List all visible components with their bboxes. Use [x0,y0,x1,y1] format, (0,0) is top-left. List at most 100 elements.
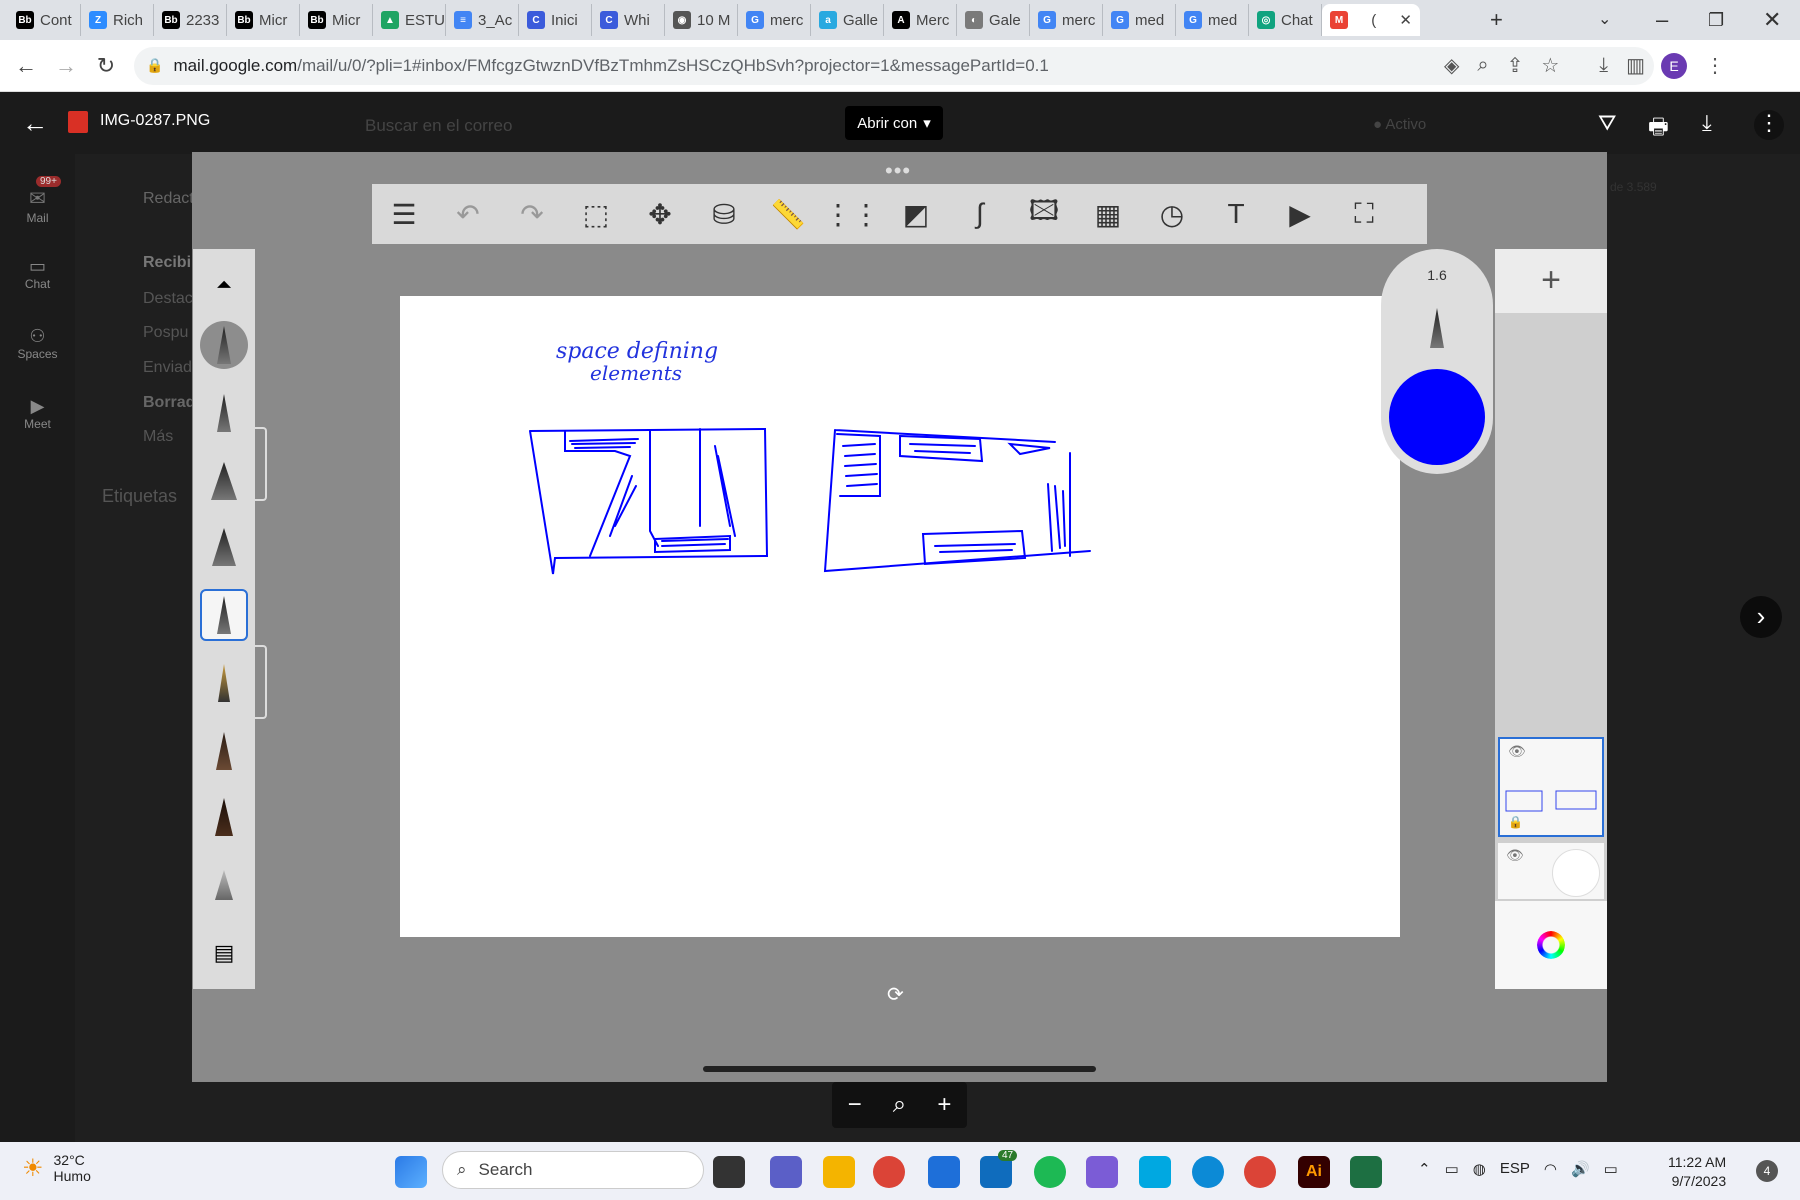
browser-tab-active[interactable]: M (✕ [1322,4,1420,36]
task-view-icon[interactable] [713,1156,745,1188]
brush-preset-10[interactable]: ▤ [200,927,248,979]
prime-video-icon[interactable] [1139,1156,1171,1188]
more-options-icon[interactable]: ⋮ [1754,110,1784,140]
selection-icon[interactable]: ⬚ [564,184,628,244]
browser-tab[interactable]: ◐ Gale [957,4,1030,36]
display-icon[interactable]: ▭ [1445,1160,1459,1178]
side-panel-icon[interactable]: ▥ [1626,53,1645,78]
copilot-icon[interactable] [1086,1156,1118,1188]
file-explorer-icon[interactable] [823,1156,855,1188]
fill-bucket-icon[interactable]: ⛁ [692,184,756,244]
download-icon[interactable]: ⤓ [1599,54,1608,77]
rotate-icon[interactable]: ⟳ [887,982,904,1007]
url-field[interactable]: 🔒 mail.google.com/mail/u/0/?pli=1#inbox/… [134,46,1654,85]
visibility-eye-icon[interactable]: 👁 [1508,743,1526,760]
chrome-profile-icon[interactable] [1244,1156,1276,1188]
close-tab-icon[interactable]: ✕ [1399,11,1412,29]
notification-badge[interactable]: 4 [1756,1160,1778,1182]
add-layer-button[interactable]: + [1495,249,1607,313]
browser-tab[interactable]: Bb Micr [300,4,373,36]
volume-icon[interactable]: 🔊 [1571,1160,1590,1178]
rail-mail[interactable]: ✉ 99+ Mail [0,176,75,225]
symmetry-icon[interactable]: ⋮⋮ [820,184,884,244]
browser-tab[interactable]: Gmerc [738,4,811,36]
tab-search-icon[interactable]: ⌄ [1598,6,1611,34]
browser-tab[interactable]: ◉ 10 M [665,4,738,36]
browser-tab[interactable]: C Inici [519,4,592,36]
video-icon[interactable]: ▶ [1268,184,1332,244]
browser-tab[interactable]: Z Rich [81,4,154,36]
panel-edge-tab[interactable] [255,645,267,719]
brush-preset-9[interactable] [200,859,248,911]
browser-tab[interactable]: Gmed [1103,4,1176,36]
shapes-icon[interactable]: ◩ [884,184,948,244]
browser-tab[interactable]: Bb Micr [227,4,300,36]
brush-preset-1[interactable] [200,319,248,371]
layer-1-thumbnail[interactable]: 👁 🔒 [1498,737,1604,837]
browser-tab[interactable]: ≡ 3_Ac [446,4,519,36]
taskbar-search[interactable]: ⌕ Search [442,1151,704,1189]
panel-edge-tab[interactable] [255,427,267,501]
folder-drafts[interactable]: Borrad [143,394,195,412]
text-tool-icon[interactable]: T [1204,184,1268,244]
spotify-icon[interactable] [1034,1156,1066,1188]
browser-tab[interactable]: a Galle [811,4,884,36]
excel-icon[interactable] [1350,1156,1382,1188]
toolbar-grip-icon[interactable]: ••• [885,158,911,184]
share-icon[interactable]: ⇪ [1507,53,1524,78]
brush-settings-icon[interactable]: ⏶ [200,259,248,311]
taskbar-clock[interactable]: 11:22 AM 9/7/2023 [1668,1153,1726,1191]
back-icon[interactable]: ← [6,53,46,79]
rail-spaces[interactable]: ⚇ Spaces [0,326,75,361]
ruler-icon[interactable]: 📏 [756,184,820,244]
browser-tab[interactable]: ▲ ESTU [373,4,446,36]
compose-button[interactable]: Redact [143,190,194,208]
mail-app-icon[interactable]: 47 [980,1150,1018,1188]
folder-inbox[interactable]: Recibi [143,254,191,272]
next-attachment-button[interactable]: › [1740,596,1782,638]
zoom-out-icon[interactable]: − [848,1091,862,1119]
print-icon[interactable]: 🖶 [1648,110,1669,148]
folder-sent[interactable]: Enviad [143,359,192,377]
extension-icon[interactable]: ◈ [1444,53,1459,78]
reload-icon[interactable]: ↻ [86,53,126,79]
illustrator-icon[interactable]: Ai [1298,1156,1330,1188]
browser-tab[interactable]: Bb 2233 [154,4,227,36]
add-image-icon[interactable]: 🖾 [1012,184,1076,244]
start-icon[interactable] [395,1156,427,1188]
drawing-canvas[interactable]: space defining elements [400,296,1400,937]
brush-preset-2[interactable] [200,387,248,439]
browser-tab[interactable]: Bb Cont [8,4,81,36]
download-file-icon[interactable]: ⤓ [1702,110,1712,136]
brush-preset-3[interactable] [200,455,248,507]
browser-tab[interactable]: Gmed [1176,4,1249,36]
redo-icon[interactable]: ↷ [500,184,564,244]
folder-snoozed[interactable]: Pospu [143,324,188,342]
layer-background[interactable]: 👁 [1498,843,1604,899]
browser-tab[interactable]: Gmerc [1030,4,1103,36]
zoom-icon[interactable]: ⌕ [1477,54,1488,77]
close-window-button[interactable]: ✕ [1763,6,1781,34]
brush-preset-7[interactable] [200,725,248,777]
forward-icon[interactable]: → [46,53,86,79]
browser-tab[interactable]: A Merc [884,4,957,36]
store-icon[interactable] [928,1156,960,1188]
language-indicator[interactable]: ESP [1500,1160,1530,1178]
show-hidden-icons-icon[interactable]: ⌃ [1418,1160,1431,1178]
browser-tab[interactable]: C Whi [592,4,665,36]
brush-preset-6[interactable] [200,657,248,709]
brush-size-panel[interactable]: 1.6 [1381,249,1493,474]
minimize-button[interactable]: – [1656,6,1668,34]
undo-icon[interactable]: ↶ [436,184,500,244]
add-to-drive-icon[interactable]: ⛛ [1598,110,1616,136]
timelapse-icon[interactable]: ◷ [1140,184,1204,244]
bookmark-star-icon[interactable]: ☆ [1541,53,1559,78]
zoom-in-icon[interactable]: + [937,1091,951,1119]
close-viewer-icon[interactable]: ← [22,108,48,139]
perspective-grid-icon[interactable]: ▦ [1076,184,1140,244]
transform-icon[interactable]: ✥ [628,184,692,244]
profile-avatar[interactable]: E [1661,52,1688,79]
open-with-button[interactable]: Abrir con ▾ [845,106,943,140]
gallery-list-icon[interactable]: ☰ [372,184,436,244]
layer-lock-icon[interactable]: 🔒 [1508,815,1523,829]
